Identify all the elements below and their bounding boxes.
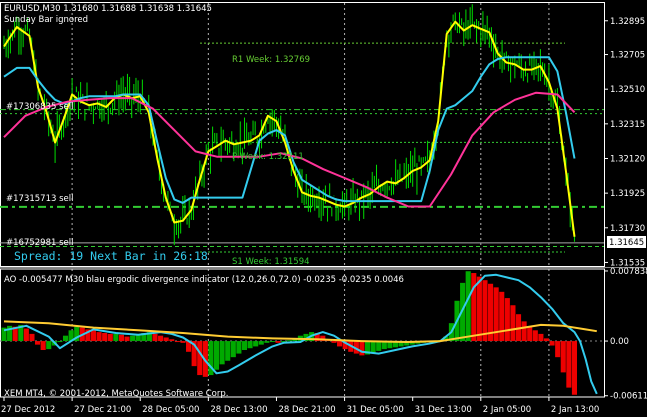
ao-bar xyxy=(337,341,343,347)
ao-bar xyxy=(130,335,136,342)
ao-bar xyxy=(560,341,566,373)
pivot-week-label: P Week: 1.32211 xyxy=(232,152,304,162)
ao-bar xyxy=(527,326,533,342)
ao-bar xyxy=(96,332,102,342)
s1-week-label: S1 Week: 1.31594 xyxy=(232,257,310,267)
ao-bar xyxy=(29,333,35,342)
price-tick-label: 1.31730 xyxy=(610,224,645,234)
ao-bar xyxy=(236,341,242,354)
r1-week-label: R1 Week: 1.32769 xyxy=(232,55,310,65)
ao-bar xyxy=(532,330,538,342)
ao-bar xyxy=(62,335,69,342)
ao-bar xyxy=(90,330,97,342)
time-tick-label: 27 Dec 2012 xyxy=(1,405,55,415)
copyright-note: XEM MT4, © 2001-2012, MetaQuotes Softwar… xyxy=(4,389,228,399)
time-tick-label: 28 Dec 13:00 xyxy=(210,405,267,415)
ao-bar xyxy=(169,339,175,342)
ao-bar xyxy=(258,341,264,345)
ao-bar xyxy=(253,341,259,347)
ao-bar xyxy=(471,273,477,342)
time-tick-label: 2 Jan 05:00 xyxy=(483,405,531,415)
indicator-title: AO -0.005477 M30 blau ergodic divergence… xyxy=(4,275,404,285)
ao-bar xyxy=(163,337,169,342)
ao-bar xyxy=(359,341,365,356)
ao-bar xyxy=(264,341,270,343)
time-tick-label: 28 Dec 21:00 xyxy=(278,405,335,415)
ao-bar xyxy=(113,333,119,342)
spread-countdown: Spread: 19 Next Bar in 26:18 xyxy=(14,249,208,263)
ao-bar xyxy=(213,341,220,370)
ao-bar xyxy=(118,334,124,342)
time-tick-label: 31 Dec 13:00 xyxy=(415,405,472,415)
price-tick-label: 1.32895 xyxy=(610,17,645,27)
ao-bar xyxy=(510,305,516,342)
ao-bar xyxy=(241,341,248,351)
ao-bar xyxy=(476,276,482,342)
ao-bar xyxy=(376,341,382,351)
ao-bar xyxy=(286,340,292,342)
ao-bar xyxy=(57,341,63,343)
ao-bar xyxy=(465,271,471,342)
ao-bar xyxy=(555,341,561,358)
ao-bar xyxy=(197,341,203,376)
ao-bar xyxy=(46,341,52,350)
ao-bar xyxy=(549,341,555,346)
price-tick-label: 1.32510 xyxy=(610,85,645,95)
ao-bar xyxy=(247,341,253,349)
ao-bar xyxy=(174,341,180,343)
price-tick-label: 1.32120 xyxy=(610,154,645,164)
order-label-3: #16752981 sell xyxy=(6,238,73,248)
ao-bar xyxy=(566,341,572,388)
ao-bar xyxy=(40,341,46,351)
price-tick-label: 1.31925 xyxy=(610,189,645,199)
time-tick-label: 27 Dec 21:00 xyxy=(74,405,131,415)
order-label-1: #17306835 sell xyxy=(6,102,73,112)
symbol-header: EURUSD,M30 1.31680 1.31688 1.31638 1.316… xyxy=(4,4,212,14)
ao-bar xyxy=(35,341,41,345)
price-tick-label: 1.32705 xyxy=(610,51,645,61)
ao-bar xyxy=(102,333,108,342)
indicator-tick-label: 0.007838 xyxy=(610,267,647,277)
ao-bar xyxy=(269,341,275,343)
ao-bar xyxy=(504,298,510,342)
indicator-tick-label: -0.006111 xyxy=(610,392,647,402)
ao-bar xyxy=(230,341,236,358)
ao-bar xyxy=(538,333,544,342)
ao-bar xyxy=(219,341,225,365)
ao-bar xyxy=(152,333,158,342)
time-tick-label: 28 Dec 05:00 xyxy=(142,405,199,415)
time-tick-label: 31 Dec 05:00 xyxy=(347,405,404,415)
ao-bar xyxy=(124,336,130,342)
ao-bar xyxy=(499,291,505,342)
ao-bar xyxy=(543,338,550,342)
ao-bar xyxy=(370,341,376,353)
sunday-bar-note: Sunday Bar ignored xyxy=(4,15,88,25)
ao-bar xyxy=(180,341,186,343)
trading-chart[interactable]: 1.32895 1.32705 1.32510 1.32315 1.32120 1.319… xyxy=(0,0,647,417)
price-tick-label: 1.32315 xyxy=(610,120,645,130)
ao-bar xyxy=(571,341,578,395)
order-label-2: #17315713 sell xyxy=(6,194,73,204)
current-price-label: 1.31645 xyxy=(609,238,644,248)
time-tick-label: 2 Jan 13:00 xyxy=(551,405,599,415)
ao-bar xyxy=(107,333,113,342)
ao-bar xyxy=(521,321,527,342)
ao-bar xyxy=(158,335,164,342)
indicator-tick-label: 0.00 xyxy=(610,337,629,347)
ao-bar xyxy=(331,341,337,343)
ao-bar xyxy=(23,328,29,342)
ao-bar xyxy=(482,280,488,342)
ao-bar xyxy=(225,341,231,361)
ao-bar xyxy=(275,341,281,343)
